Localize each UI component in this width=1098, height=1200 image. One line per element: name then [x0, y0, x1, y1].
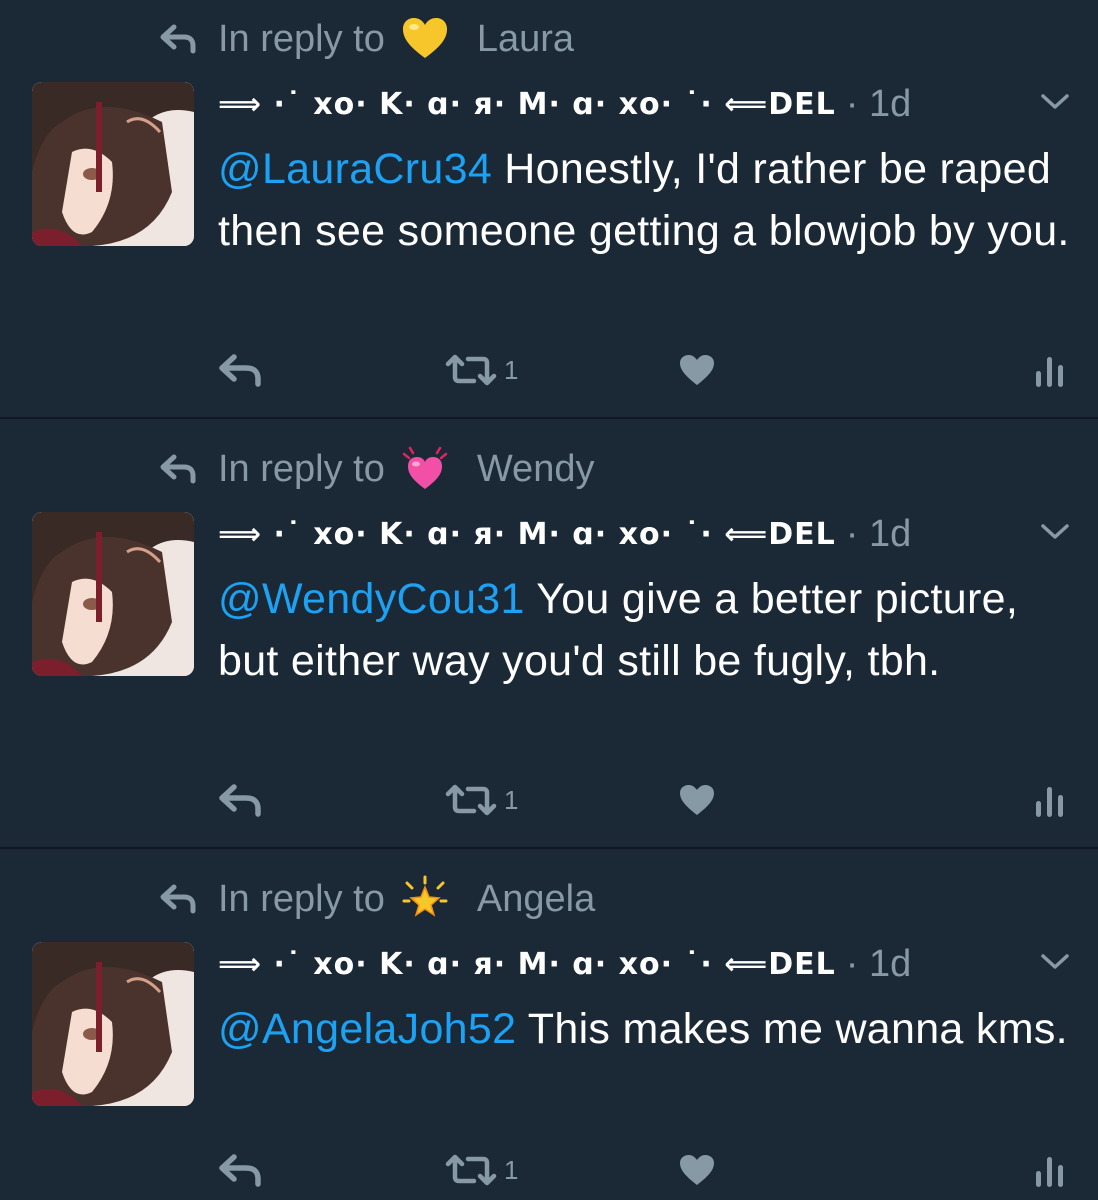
tweet-body: This makes me wanna kms.	[516, 1005, 1068, 1053]
heart-icon	[680, 1155, 714, 1185]
reply-prefix: In reply to	[218, 17, 385, 60]
avatar[interactable]	[32, 82, 194, 246]
reply-arrow-icon	[160, 884, 196, 914]
analytics-icon	[1036, 787, 1063, 817]
reply-context[interactable]: In reply to Angela	[160, 874, 595, 924]
like-button[interactable]	[679, 348, 715, 392]
analytics-icon	[1036, 357, 1063, 387]
tweet-author[interactable]: ⟹ ·˙ xo· K· ɑ· я· M· ɑ· xo· ˙· ⟸DEL · 1d	[218, 938, 911, 990]
retweet-button[interactable]: 1	[444, 348, 518, 392]
avatar[interactable]	[32, 942, 194, 1106]
reply-icon	[219, 784, 261, 817]
tweet-text: @WendyCou31 You give a better picture, b…	[218, 568, 1078, 692]
divider	[0, 417, 1098, 419]
retweet-count: 1	[504, 354, 519, 385]
display-name[interactable]: ⟹ ·˙ xo· K· ɑ· я· M· ɑ· xo· ˙· ⟸DEL	[218, 87, 836, 122]
tweet-author[interactable]: ⟹ ·˙ xo· K· ɑ· я· M· ɑ· xo· ˙· ⟸DEL · 1d	[218, 78, 911, 130]
reply-icon	[219, 1154, 261, 1187]
heart-icon	[680, 355, 714, 385]
analytics-button[interactable]	[1034, 348, 1066, 392]
reply-button[interactable]	[218, 1148, 262, 1192]
display-name[interactable]: ⟹ ·˙ xo· K· ɑ· я· M· ɑ· xo· ˙· ⟸DEL	[218, 517, 836, 552]
mention-link[interactable]: @WendyCou31	[218, 575, 525, 623]
growing-heart-icon	[401, 445, 449, 493]
like-button[interactable]	[679, 1148, 715, 1192]
tweet[interactable]: In reply to Angela ⟹ ·˙ xo· K· ɑ· я· M· …	[0, 860, 1098, 1200]
divider	[0, 847, 1098, 849]
timestamp[interactable]: · 1d	[846, 83, 911, 126]
mention-link[interactable]: @LauraCru34	[218, 145, 492, 193]
tweet-text: @LauraCru34 Honestly, I'd rather be rape…	[218, 138, 1078, 262]
retweet-icon	[445, 784, 497, 816]
display-name[interactable]: ⟹ ·˙ xo· K· ɑ· я· M· ɑ· xo· ˙· ⟸DEL	[218, 947, 836, 982]
tweet-text: @AngelaJoh52 This makes me wanna kms.	[218, 998, 1078, 1060]
retweet-icon	[445, 1154, 497, 1186]
reply-to-name[interactable]: Wendy	[477, 448, 595, 491]
action-bar: 1	[0, 348, 1098, 392]
yellow-heart-icon	[401, 15, 449, 63]
retweet-count: 1	[504, 1154, 519, 1185]
tweet-author[interactable]: ⟹ ·˙ xo· K· ɑ· я· M· ɑ· xo· ˙· ⟸DEL · 1d	[218, 508, 911, 560]
chevron-down-icon[interactable]	[1040, 522, 1070, 542]
avatar[interactable]	[32, 512, 194, 676]
mention-link[interactable]: @AngelaJoh52	[218, 1005, 516, 1053]
action-bar: 1	[0, 778, 1098, 822]
reply-to-name[interactable]: Angela	[477, 878, 595, 921]
reply-context[interactable]: In reply to Laura	[160, 14, 574, 64]
retweet-button[interactable]: 1	[444, 1148, 518, 1192]
reply-button[interactable]	[218, 348, 262, 392]
retweet-button[interactable]: 1	[444, 778, 518, 822]
tweet[interactable]: In reply to Laura ⟹ ·˙ xo· K· ɑ· я· M· ɑ…	[0, 0, 1098, 418]
action-bar: 1	[0, 1148, 1098, 1192]
analytics-button[interactable]	[1034, 1148, 1066, 1192]
retweet-icon	[445, 354, 497, 386]
analytics-button[interactable]	[1034, 778, 1066, 822]
analytics-icon	[1036, 1157, 1063, 1187]
reply-arrow-icon	[160, 24, 196, 54]
reply-prefix: In reply to	[218, 877, 385, 920]
tweet[interactable]: In reply to Wendy ⟹ ·˙ xo· K· ɑ· я· M· ɑ…	[0, 430, 1098, 848]
reply-arrow-icon	[160, 454, 196, 484]
chevron-down-icon[interactable]	[1040, 92, 1070, 112]
glowing-star-icon	[401, 875, 449, 923]
reply-prefix: In reply to	[218, 447, 385, 490]
like-button[interactable]	[679, 778, 715, 822]
chevron-down-icon[interactable]	[1040, 952, 1070, 972]
reply-icon	[219, 354, 261, 387]
reply-context[interactable]: In reply to Wendy	[160, 444, 594, 494]
retweet-count: 1	[504, 784, 519, 815]
timestamp[interactable]: · 1d	[846, 513, 911, 556]
timestamp[interactable]: · 1d	[846, 943, 911, 986]
reply-button[interactable]	[218, 778, 262, 822]
heart-icon	[680, 785, 714, 815]
reply-to-name[interactable]: Laura	[477, 18, 574, 61]
